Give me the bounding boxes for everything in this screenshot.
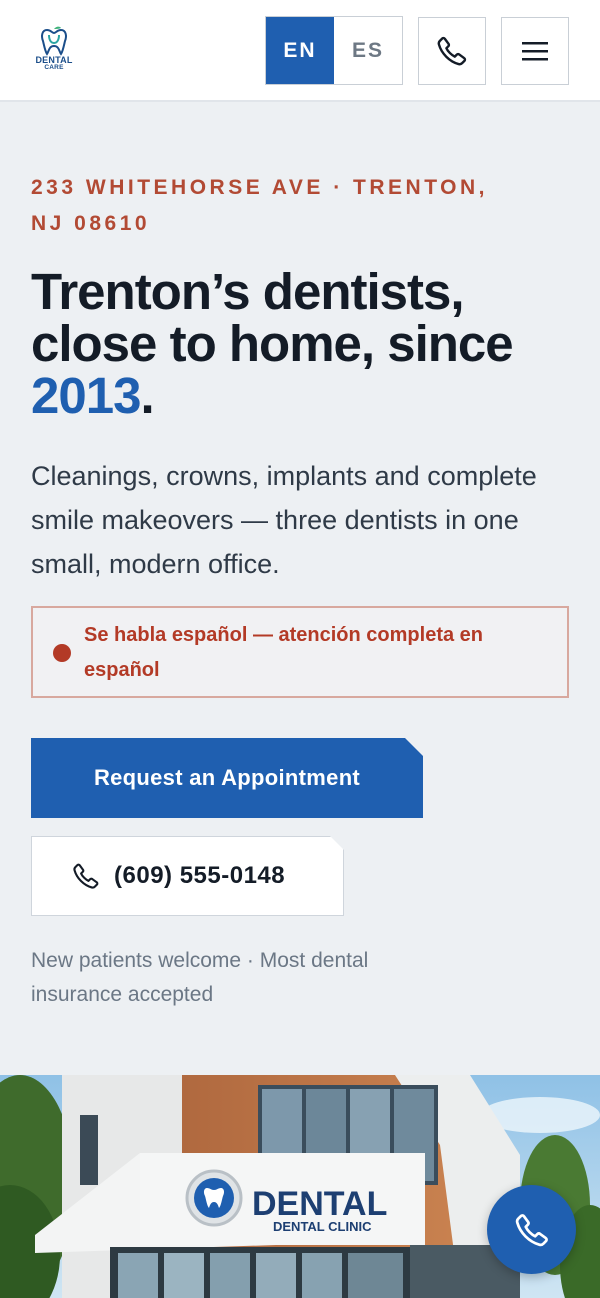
menu-button[interactable] <box>501 17 569 85</box>
spanish-notice: Se habla español — atención completa en … <box>31 606 569 698</box>
notice-dot-icon <box>53 644 71 662</box>
phone-number: (609) 555-0148 <box>114 862 286 889</box>
headline-period: . <box>140 367 154 424</box>
lang-en-button[interactable]: EN <box>266 17 334 84</box>
phone-icon <box>515 1213 548 1246</box>
sign-main-text: DENTAL <box>252 1185 387 1223</box>
phone-icon <box>437 36 467 66</box>
hamburger-menu-icon <box>522 42 548 61</box>
headline-year: 2013 <box>31 367 141 424</box>
logo-text-sub: CARE <box>44 64 64 71</box>
request-appointment-button[interactable]: Request an Appointment <box>31 738 423 818</box>
spanish-notice-text: Se habla español — atención completa en … <box>84 624 483 681</box>
hero-description: Cleanings, crowns, implants and complete… <box>31 461 537 579</box>
floating-call-button[interactable] <box>487 1185 576 1274</box>
new-patients-note: New patients welcome · Most dental insur… <box>31 949 369 1006</box>
sign-sub-text: DENTAL CLINIC <box>273 1219 372 1234</box>
page-title: Trenton’s dentists, close to home, since… <box>31 266 571 422</box>
clinic-address: 233 WHITEHORSE AVE · TRENTON, NJ 08610 <box>31 176 488 235</box>
phone-number-button[interactable]: (609) 555-0148 <box>31 836 344 916</box>
headline-text: Trenton’s dentists, close to home, since <box>31 263 514 372</box>
phone-icon <box>72 862 100 890</box>
logo[interactable]: DENTAL CARE <box>26 26 82 78</box>
language-switcher: EN ES <box>265 16 403 85</box>
call-button[interactable] <box>418 17 486 85</box>
site-header: DENTAL CARE EN ES <box>0 0 600 102</box>
lang-es-button[interactable]: ES <box>334 17 402 84</box>
